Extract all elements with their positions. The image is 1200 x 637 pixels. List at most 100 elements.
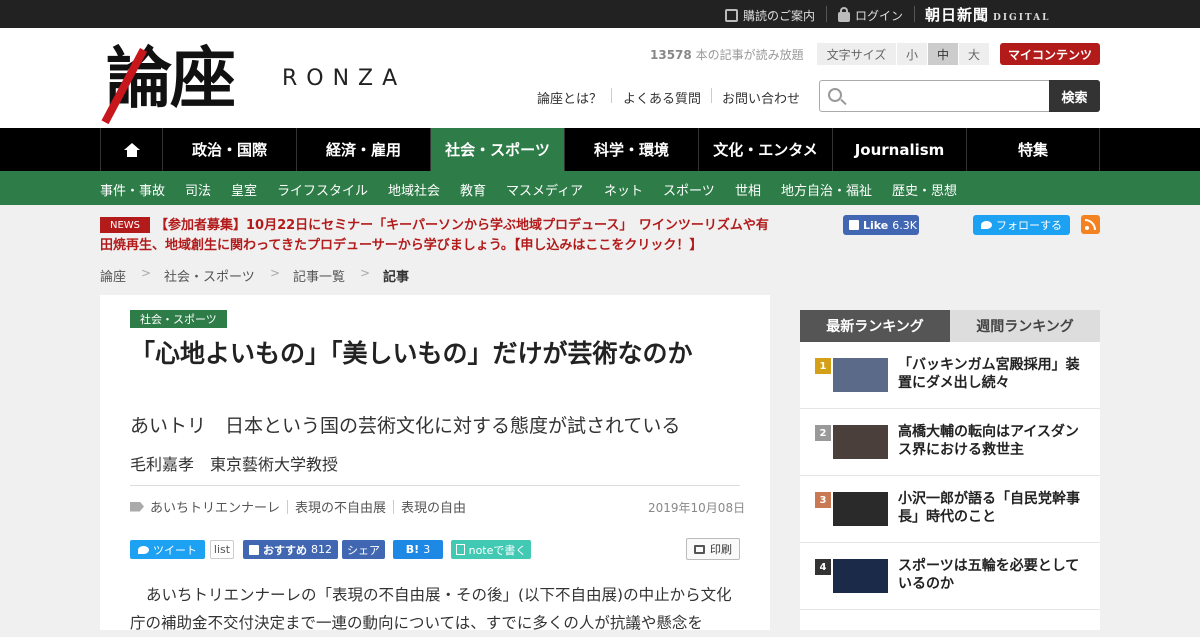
search-button[interactable]: 検索 (1049, 80, 1100, 112)
ranking-item[interactable]: 3 小沢一郎が語る「自民党幹事長」時代のこと (800, 476, 1100, 543)
subnav-item[interactable]: 地域社会 (388, 180, 440, 199)
subnav-item[interactable]: ライフスタイル (277, 180, 368, 199)
divider (914, 6, 915, 22)
ranking-item[interactable]: 2 高橋大輔の転向はアイスダンス界における救世主 (800, 409, 1100, 476)
my-content-button[interactable]: マイコンテンツ (1000, 43, 1100, 65)
ranking-thumbnail (833, 559, 888, 593)
rank-number: 2 (815, 425, 831, 441)
category-badge[interactable]: 社会・スポーツ (130, 310, 227, 328)
top-bar: 購読のご案内 ログイン 朝日新聞 DIGITAL (0, 0, 1200, 28)
ranking-title: スポーツは五輪を必要としているのか (898, 558, 1080, 592)
tweet-button[interactable]: ツイート (130, 540, 205, 559)
home-icon (123, 143, 140, 157)
nav-journalism[interactable]: Journalism (832, 128, 966, 171)
thumbs-up-icon (849, 220, 859, 230)
tag-link[interactable]: あいちトリエンナーレ (150, 497, 280, 516)
hatena-icon: B! (405, 543, 420, 556)
subscription-guide-link[interactable]: 購読のご案内 (725, 7, 815, 24)
ranking-title: 高橋大輔の転向はアイスダンス界における救世主 (898, 424, 1079, 458)
facebook-like-button[interactable]: Like 6.3K (843, 215, 919, 235)
tag-link[interactable]: 表現の不自由展 (295, 497, 386, 516)
article-count: 13578 本の記事が読み放題 (650, 48, 804, 62)
subnav-item[interactable]: 地方自治・福祉 (781, 180, 872, 199)
nav-feature[interactable]: 特集 (966, 128, 1100, 171)
nav-economy[interactable]: 経済・雇用 (296, 128, 430, 171)
tab-weekly-ranking[interactable]: 週間ランキング (950, 310, 1100, 342)
subnav-item[interactable]: 皇室 (231, 180, 257, 199)
divider (130, 485, 740, 486)
rank-number: 4 (815, 559, 831, 575)
subnav-item[interactable]: 世相 (735, 180, 761, 199)
facebook-icon (249, 544, 259, 555)
search-box: 検索 (819, 80, 1100, 112)
nav-politics[interactable]: 政治・国際 (162, 128, 296, 171)
ronza-logo[interactable]: 論座 (101, 36, 284, 125)
nav-culture[interactable]: 文化・エンタメ (698, 128, 832, 171)
sub-nav: 事件・事故 司法 皇室 ライフスタイル 地域社会 教育 マスメディア ネット ス… (0, 171, 1200, 205)
twitter-list-button[interactable]: list (210, 540, 234, 559)
contact-link[interactable]: お問い合わせ (722, 88, 800, 107)
breadcrumb-separator: > (141, 266, 152, 280)
divider (287, 499, 289, 514)
font-size-small-button[interactable]: 小 (897, 43, 928, 65)
article-author: 毛利嘉孝 東京藝術大学教授 (130, 455, 339, 474)
nav-science[interactable]: 科学・環境 (564, 128, 698, 171)
logo-english: RONZA (282, 66, 407, 91)
tag-link[interactable]: 表現の自由 (401, 497, 466, 516)
divider (826, 6, 827, 22)
divider (611, 88, 612, 103)
breadcrumb-item[interactable]: 社会・スポーツ (164, 266, 255, 285)
breadcrumb-current: 記事 (383, 270, 410, 285)
font-size-large-button[interactable]: 大 (959, 43, 990, 65)
ranking-item[interactable]: 1 「バッキンガム宮殿採用」装置にダメ出し続々 (800, 342, 1100, 409)
site-header: 論座 RONZA 13578 本の記事が読み放題 文字サイズ 小 中 大 マイコ… (0, 28, 1200, 128)
about-link[interactable]: 論座とは？ (537, 88, 602, 107)
publish-date: 2019年10月08日 (648, 501, 746, 515)
rss-icon[interactable] (1081, 215, 1100, 234)
twitter-bird-icon (138, 545, 149, 554)
breadcrumb-separator: > (270, 266, 281, 280)
subnav-item[interactable]: 事件・事故 (100, 180, 165, 199)
font-size-medium-button[interactable]: 中 (928, 43, 959, 65)
subnav-item[interactable]: 歴史・思想 (892, 180, 957, 199)
edit-icon (725, 9, 738, 22)
news-announcement-link[interactable]: 【参加者募集】10月22日にセミナー「キーパーソンから学ぶ地域プロデュース」 ワ… (100, 216, 780, 256)
ranking-panel: 最新ランキング 週間ランキング 1 「バッキンガム宮殿採用」装置にダメ出し続々 … (800, 310, 1100, 630)
tab-latest-ranking[interactable]: 最新ランキング (800, 310, 950, 342)
ranking-item[interactable]: 4 スポーツは五輪を必要としているのか (800, 543, 1100, 610)
facebook-recommend-button[interactable]: おすすめ 812 (243, 540, 338, 559)
ranking-title: 小沢一郎が語る「自民党幹事長」時代のこと (898, 491, 1080, 525)
hatena-bookmark-button[interactable]: B! 3 (393, 540, 443, 559)
asahi-digital-logo[interactable]: 朝日新聞 DIGITAL (925, 4, 1050, 25)
subnav-item[interactable]: スポーツ (663, 180, 715, 199)
nav-home[interactable] (100, 128, 162, 171)
tag-icon (130, 501, 144, 512)
nav-society-sports[interactable]: 社会・スポーツ (430, 128, 564, 171)
breadcrumb-item[interactable]: 論座 (100, 266, 126, 285)
tag-list: あいちトリエンナーレ 表現の不自由展 表現の自由 (130, 497, 466, 516)
divider (711, 88, 712, 103)
login-link[interactable]: ログイン (838, 7, 903, 24)
rank-number: 1 (815, 358, 831, 374)
print-button[interactable]: 印刷 (686, 538, 740, 560)
subnav-item[interactable]: 司法 (185, 180, 211, 199)
faq-link[interactable]: よくある質問 (623, 88, 701, 107)
note-write-button[interactable]: noteで書く (451, 540, 531, 559)
ranking-title: 「バッキンガム宮殿採用」装置にダメ出し続々 (898, 357, 1080, 391)
subnav-item[interactable]: マスメディア (506, 180, 583, 199)
subnav-item[interactable]: 教育 (460, 180, 486, 199)
note-icon (455, 544, 465, 555)
facebook-share-button[interactable]: シェア (342, 540, 385, 559)
search-icon (828, 88, 842, 102)
news-badge: NEWS (100, 217, 150, 233)
ranking-thumbnail (833, 358, 888, 392)
article-card: 社会・スポーツ 「心地よいもの」「美しいもの」だけが芸術なのか あいトリ 日本と… (100, 295, 770, 632)
twitter-bird-icon (981, 221, 992, 229)
ranking-thumbnail (833, 492, 888, 526)
breadcrumb-item[interactable]: 記事一覧 (293, 266, 345, 285)
search-input[interactable] (850, 81, 1050, 111)
subnav-item[interactable]: ネット (604, 180, 643, 199)
twitter-follow-button[interactable]: フォローする (973, 215, 1070, 235)
font-size-label: 文字サイズ (817, 43, 897, 65)
article-subtitle: あいトリ 日本という国の芸術文化に対する態度が試されている (130, 415, 681, 437)
